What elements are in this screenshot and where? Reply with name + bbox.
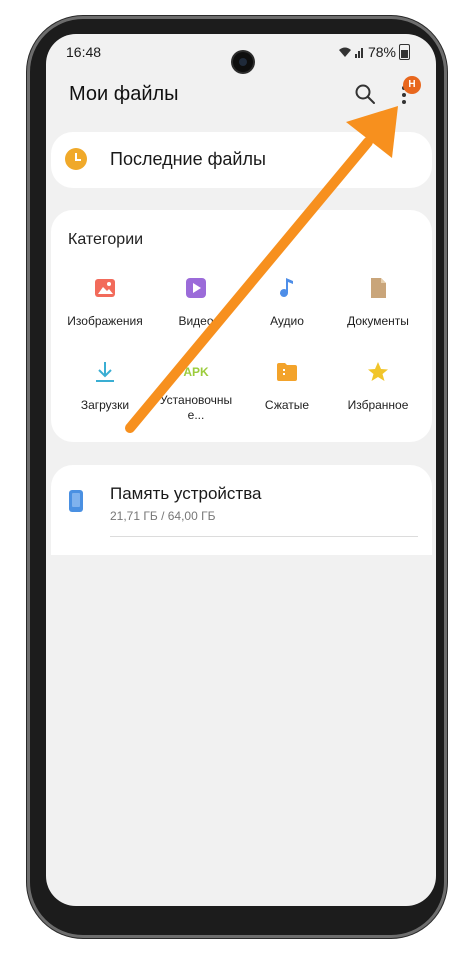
battery-percent: 78% xyxy=(367,44,396,60)
category-audio[interactable]: Аудио xyxy=(242,276,332,329)
category-downloads[interactable]: Загрузки xyxy=(60,360,150,413)
download-icon xyxy=(96,362,114,382)
smartphone-icon xyxy=(69,490,83,512)
storage-usage: 21,71 ГБ / 64,00 ГБ xyxy=(110,509,216,523)
front-camera xyxy=(233,52,253,72)
recent-files-label: Последние файлы xyxy=(110,149,266,169)
category-video[interactable]: Видео xyxy=(151,276,241,329)
category-apk[interactable]: APK Установочны е... xyxy=(151,360,241,423)
device-storage-button[interactable]: Память устройства 21,71 ГБ / 64,00 ГБ xyxy=(51,465,432,555)
search-icon[interactable] xyxy=(354,83,376,105)
recent-files-button[interactable]: Последние файлы xyxy=(51,132,432,188)
page-title: Мои файлы xyxy=(69,83,179,105)
music-note-icon xyxy=(280,278,293,297)
notification-badge: Н xyxy=(403,76,421,94)
battery-icon xyxy=(399,44,410,60)
category-documents[interactable]: Документы xyxy=(333,276,423,329)
storage-title: Память устройства xyxy=(110,484,262,503)
video-icon xyxy=(186,278,206,298)
categories-title: Категории xyxy=(68,231,144,248)
star-icon xyxy=(368,362,388,381)
category-favorites[interactable]: Избранное xyxy=(333,360,423,413)
archive-icon xyxy=(277,363,297,381)
category-compressed[interactable]: Сжатые xyxy=(242,360,332,413)
category-images[interactable]: Изображения xyxy=(60,276,150,329)
divider xyxy=(110,536,418,537)
clock-icon xyxy=(65,148,87,170)
status-time: 16:48 xyxy=(66,44,102,60)
categories-card: Категории Изображения Видео Аудио Докуме… xyxy=(51,210,432,442)
wifi-icon xyxy=(338,47,351,57)
signal-icon xyxy=(354,48,363,58)
apk-icon: APK xyxy=(183,365,209,379)
document-icon xyxy=(371,278,386,298)
image-icon xyxy=(95,279,115,297)
